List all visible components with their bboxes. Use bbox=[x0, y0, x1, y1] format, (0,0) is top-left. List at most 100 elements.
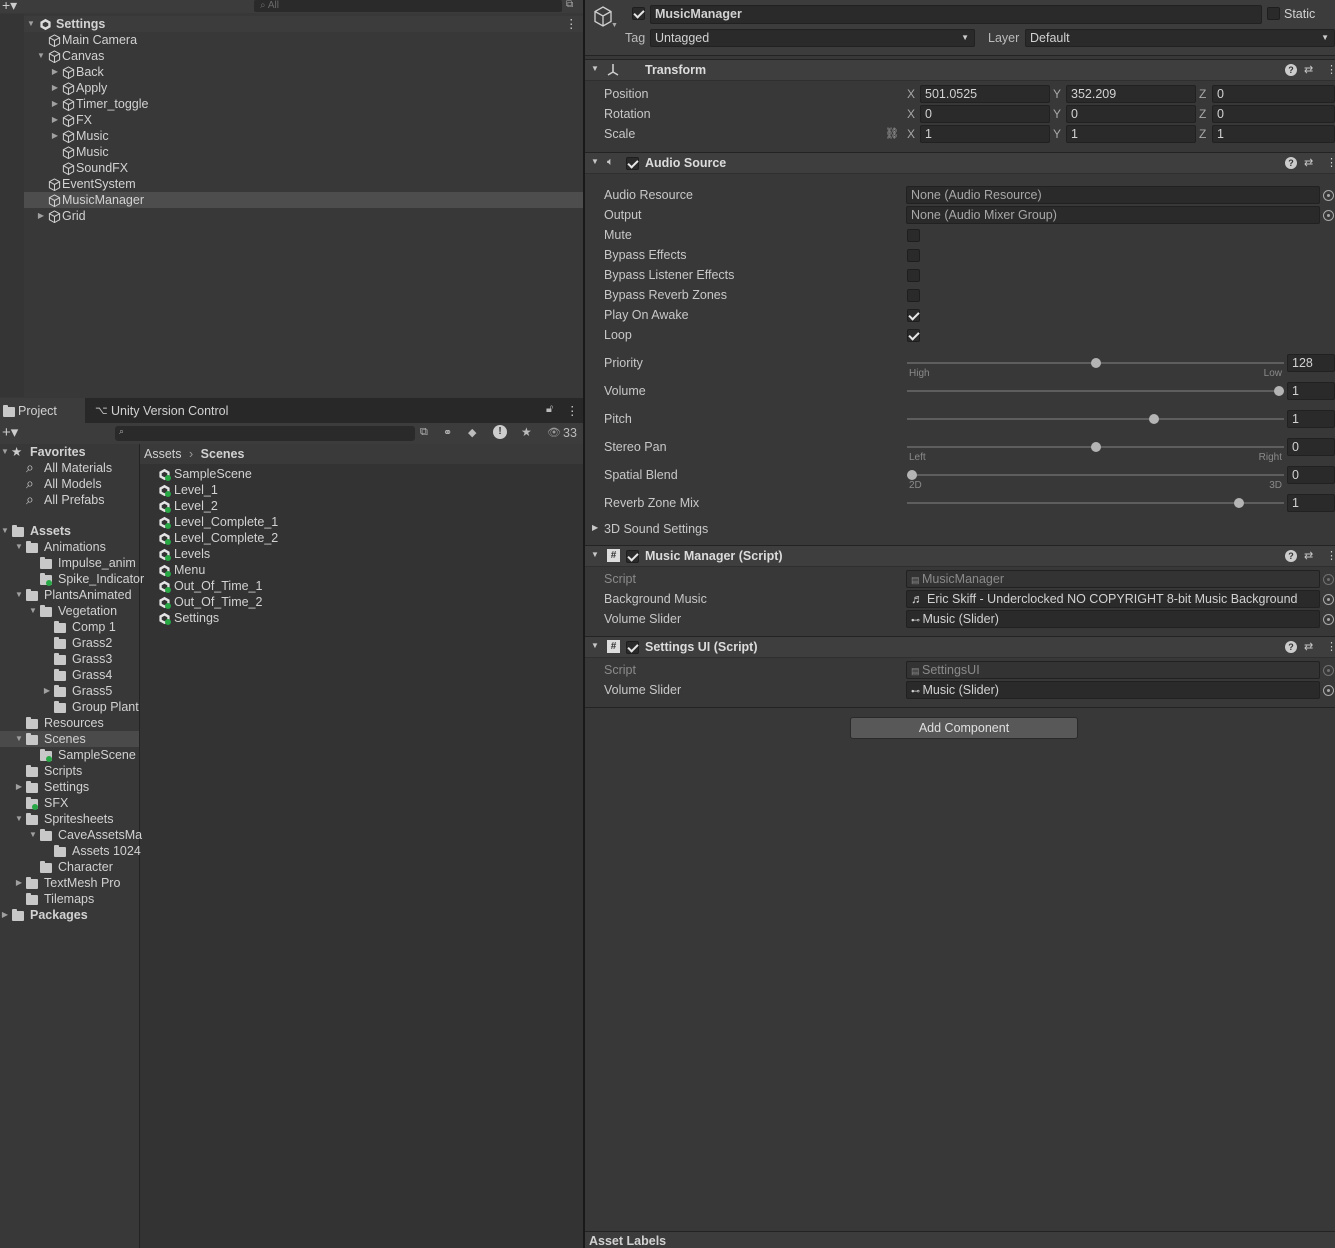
audio-loop-checkbox[interactable] bbox=[907, 329, 920, 342]
scene-file-item[interactable]: Out_Of_Time_2 bbox=[140, 594, 583, 610]
audio-volume-slider-track[interactable] bbox=[907, 390, 1284, 392]
tree-folder-item[interactable]: ▼ PlantsAnimated bbox=[0, 587, 139, 603]
expand-arrow-down-icon[interactable]: ▼ bbox=[36, 48, 46, 64]
breadcrumb-assets[interactable]: Assets bbox=[144, 447, 182, 461]
search-by-label-icon[interactable]: ⚭ bbox=[443, 426, 452, 439]
expand-arrow-down-icon[interactable]: ▼ bbox=[28, 827, 38, 843]
hidden-packages-icon[interactable]: 👁︎ bbox=[547, 426, 561, 439]
tab-version-control[interactable]: ⌥ Unity Version Control bbox=[93, 398, 243, 423]
hierarchy-item-main-camera[interactable]: Main Camera bbox=[24, 32, 583, 48]
foldout-arrow-icon[interactable]: ▼ bbox=[591, 550, 599, 559]
expand-arrow-down-icon[interactable]: ▼ bbox=[28, 603, 38, 619]
object-picker-icon[interactable] bbox=[1323, 685, 1334, 696]
search-by-type-icon[interactable]: ⧉ bbox=[420, 426, 428, 439]
tree-folder-item[interactable]: Scripts bbox=[0, 763, 139, 779]
expand-arrow-right-icon[interactable]: ▶ bbox=[50, 96, 60, 112]
transform-rotation-z-field[interactable]: 0 bbox=[1212, 105, 1335, 123]
audio-priority-value-field[interactable]: 128 bbox=[1287, 354, 1335, 372]
audio-resource-field[interactable]: None (Audio Resource) bbox=[906, 186, 1320, 204]
warning-filter-icon[interactable]: ! bbox=[493, 425, 507, 439]
tree-folder-item[interactable]: Assets 1024 bbox=[0, 843, 141, 859]
audio-volume-value-field[interactable]: 1 bbox=[1287, 382, 1335, 400]
audio-pitch-value-field[interactable]: 1 bbox=[1287, 410, 1335, 428]
audio-reverb-slider-track[interactable] bbox=[907, 502, 1284, 504]
scene-file-item[interactable]: Out_Of_Time_1 bbox=[140, 578, 583, 594]
expand-arrow-down-icon[interactable]: ▼ bbox=[0, 523, 10, 539]
audio-bypass-listener-checkbox[interactable] bbox=[907, 269, 920, 282]
music-manager-enabled-checkbox[interactable] bbox=[626, 550, 639, 563]
breadcrumb-scenes[interactable]: Scenes bbox=[201, 447, 245, 461]
tree-folder-item[interactable]: Resources bbox=[0, 715, 139, 731]
audio-bypass-effects-checkbox[interactable] bbox=[907, 249, 920, 262]
tree-folder-item[interactable]: SFX bbox=[0, 795, 139, 811]
settings-ui-header[interactable]: ▼ # Settings UI (Script) ? ⇄ ⋮ bbox=[585, 636, 1335, 658]
scene-file-item[interactable]: Level_2 bbox=[140, 498, 583, 514]
scene-file-item[interactable]: SampleScene bbox=[140, 466, 583, 482]
transform-rotation-x-field[interactable]: 0 bbox=[920, 105, 1050, 123]
expand-arrow-right-icon[interactable]: ▶ bbox=[14, 779, 24, 795]
hierarchy-item-eventsystem[interactable]: EventSystem bbox=[24, 176, 583, 192]
scene-file-item[interactable]: Levels bbox=[140, 546, 583, 562]
hierarchy-item-canvas[interactable]: ▼ Canvas bbox=[24, 48, 583, 64]
tree-favorite-item[interactable]: ⌕ All Prefabs bbox=[0, 491, 139, 508]
static-checkbox[interactable] bbox=[1267, 7, 1280, 20]
project-search-input[interactable]: ⌕ bbox=[115, 426, 415, 441]
scene-file-item[interactable]: Settings bbox=[140, 610, 583, 626]
audio-priority-slider-handle[interactable] bbox=[1090, 358, 1101, 368]
lock-icon[interactable]: 🔓︎ bbox=[546, 403, 553, 416]
create-asset-icon[interactable]: +▾ bbox=[2, 423, 18, 441]
star-icon[interactable]: ★ bbox=[521, 425, 532, 439]
expand-arrow-right-icon[interactable]: ▶ bbox=[36, 208, 46, 224]
help-icon[interactable]: ? bbox=[1285, 157, 1297, 169]
presets-icon[interactable]: ⇄ bbox=[1304, 156, 1313, 169]
hierarchy-item-fx[interactable]: ▶ FX bbox=[24, 112, 583, 128]
object-name-field[interactable]: MusicManager bbox=[650, 5, 1262, 24]
component-menu-icon[interactable]: ⋮ bbox=[1326, 549, 1335, 562]
mm-bg-music-field[interactable]: ♬ Eric Skiff - Underclocked NO COPYRIGHT… bbox=[906, 590, 1320, 608]
active-checkbox[interactable] bbox=[632, 7, 645, 20]
expand-arrow-right-icon[interactable]: ▶ bbox=[0, 907, 10, 923]
hierarchy-item-timer-toggle[interactable]: ▶ Timer_toggle bbox=[24, 96, 583, 112]
transform-position-z-field[interactable]: 0 bbox=[1212, 85, 1335, 103]
hierarchy-item-back[interactable]: ▶ Back bbox=[24, 64, 583, 80]
add-component-button[interactable]: Add Component bbox=[850, 717, 1078, 739]
component-menu-icon[interactable]: ⋮ bbox=[1326, 63, 1335, 76]
expand-arrow-down-icon[interactable]: ▼ bbox=[14, 539, 24, 555]
audio-pitch-slider-track[interactable] bbox=[907, 418, 1284, 420]
audio-output-field[interactable]: None (Audio Mixer Group) bbox=[906, 206, 1320, 224]
tree-folder-item[interactable]: SampleScene bbox=[0, 747, 139, 763]
scene-file-item[interactable]: Level_Complete_1 bbox=[140, 514, 583, 530]
audio-spatial-value-field[interactable]: 0 bbox=[1287, 466, 1335, 484]
expand-arrow-right-icon[interactable]: ▶ bbox=[50, 80, 60, 96]
presets-icon[interactable]: ⇄ bbox=[1304, 63, 1313, 76]
tree-folder-item[interactable]: Impulse_anim bbox=[0, 555, 139, 571]
tree-folder-item[interactable]: ▶ Grass5 bbox=[0, 683, 139, 699]
object-picker-icon[interactable] bbox=[1323, 594, 1334, 605]
panel-menu-icon[interactable]: ⋮ bbox=[566, 403, 579, 418]
tag-icon[interactable]: ◆ bbox=[468, 426, 476, 439]
help-icon[interactable]: ? bbox=[1285, 550, 1297, 562]
hierarchy-item-music[interactable]: ▶ Music bbox=[24, 128, 583, 144]
hierarchy-item-soundfx[interactable]: SoundFX bbox=[24, 160, 583, 176]
audio-bypass-reverb-checkbox[interactable] bbox=[907, 289, 920, 302]
constrain-proportions-icon[interactable]: ⛓︎ bbox=[885, 127, 899, 140]
hierarchy-item-music-2[interactable]: Music bbox=[24, 144, 583, 160]
tag-dropdown[interactable]: Untagged ▼ bbox=[650, 29, 975, 47]
presets-icon[interactable]: ⇄ bbox=[1304, 549, 1313, 562]
scene-menu-icon[interactable]: ⋮ bbox=[565, 16, 578, 32]
tree-folder-item[interactable]: Grass4 bbox=[0, 667, 139, 683]
hierarchy-item-apply[interactable]: ▶ Apply bbox=[24, 80, 583, 96]
transform-rotation-y-field[interactable]: 0 bbox=[1066, 105, 1196, 123]
audio-volume-slider-handle[interactable] bbox=[1274, 386, 1284, 396]
tab-project[interactable]: Project bbox=[0, 398, 85, 423]
tree-folder-item[interactable]: ▼ Scenes bbox=[0, 731, 139, 747]
tree-folder-item[interactable]: ▼ Spritesheets bbox=[0, 811, 139, 827]
audio-reverb-value-field[interactable]: 1 bbox=[1287, 494, 1335, 512]
tree-folder-item[interactable]: ▼ Vegetation bbox=[0, 603, 139, 619]
transform-position-y-field[interactable]: 352.209 bbox=[1066, 85, 1196, 103]
object-picker-icon[interactable] bbox=[1323, 210, 1334, 221]
audio-spatial-slider-handle[interactable] bbox=[907, 470, 917, 480]
expand-arrow-down-icon[interactable]: ▼ bbox=[14, 811, 24, 827]
help-icon[interactable]: ? bbox=[1285, 641, 1297, 653]
object-picker-icon[interactable] bbox=[1323, 614, 1334, 625]
